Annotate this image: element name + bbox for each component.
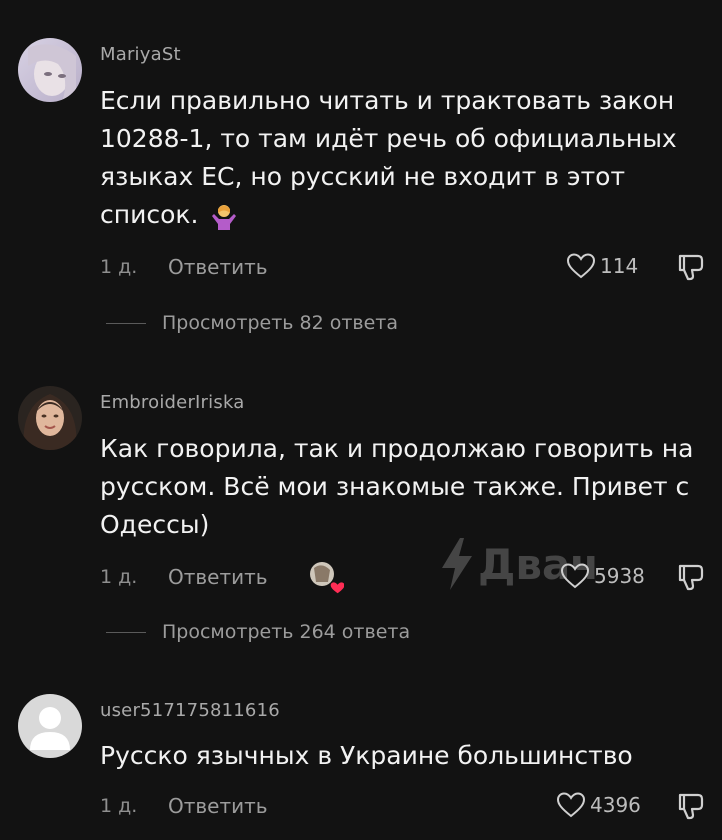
like-count: 114 <box>600 254 639 278</box>
divider-line <box>106 322 146 324</box>
heart-icon <box>556 792 586 818</box>
view-replies-label: Просмотреть 264 ответа <box>162 621 411 643</box>
dislike-button[interactable] <box>676 791 706 825</box>
username[interactable]: MariyaSt <box>100 44 181 65</box>
view-replies-label: Просмотреть 82 ответа <box>162 312 399 334</box>
avatar[interactable] <box>18 694 82 758</box>
shrug-person-icon <box>210 202 238 230</box>
creator-liked-avatar-icon <box>308 560 345 594</box>
reply-button[interactable]: Ответить <box>168 255 268 279</box>
comment-text: Если правильно читать и трактовать закон… <box>100 82 700 234</box>
reply-button[interactable]: Ответить <box>168 565 268 589</box>
avatar[interactable] <box>18 386 82 450</box>
comment-time: 1 д. <box>100 256 138 278</box>
comment-time: 1 д. <box>100 566 138 588</box>
view-replies-link[interactable]: Просмотреть 264 ответа <box>106 621 410 643</box>
comment-text: Русско язычных в Украине большинство <box>100 741 633 770</box>
username[interactable]: user517175811616 <box>100 700 280 721</box>
thumbs-down-icon <box>678 564 704 591</box>
like-count: 4396 <box>590 793 641 817</box>
comment-text: Как говорила, так и продолжаю говорить н… <box>100 434 694 539</box>
like-button[interactable]: 114 <box>566 252 638 280</box>
username[interactable]: EmbroiderIriska <box>100 392 244 413</box>
view-replies-link[interactable]: Просмотреть 82 ответа <box>106 312 398 334</box>
comment-time: 1 д. <box>100 795 138 817</box>
lightning-icon <box>442 538 472 590</box>
watermark-text: Двач <box>478 539 600 589</box>
thumbs-down-icon <box>678 254 704 281</box>
like-button[interactable]: 4396 <box>556 791 641 819</box>
dislike-button[interactable] <box>676 252 706 286</box>
reply-button[interactable]: Ответить <box>168 794 268 818</box>
dislike-button[interactable] <box>676 562 706 596</box>
avatar[interactable] <box>18 38 82 102</box>
like-count: 5938 <box>594 564 645 588</box>
watermark: Двач <box>440 538 599 590</box>
comment-text-body: Если правильно читать и трактовать закон… <box>100 86 677 229</box>
divider-line <box>106 631 146 633</box>
thumbs-down-icon <box>678 793 704 820</box>
heart-icon <box>566 253 596 279</box>
